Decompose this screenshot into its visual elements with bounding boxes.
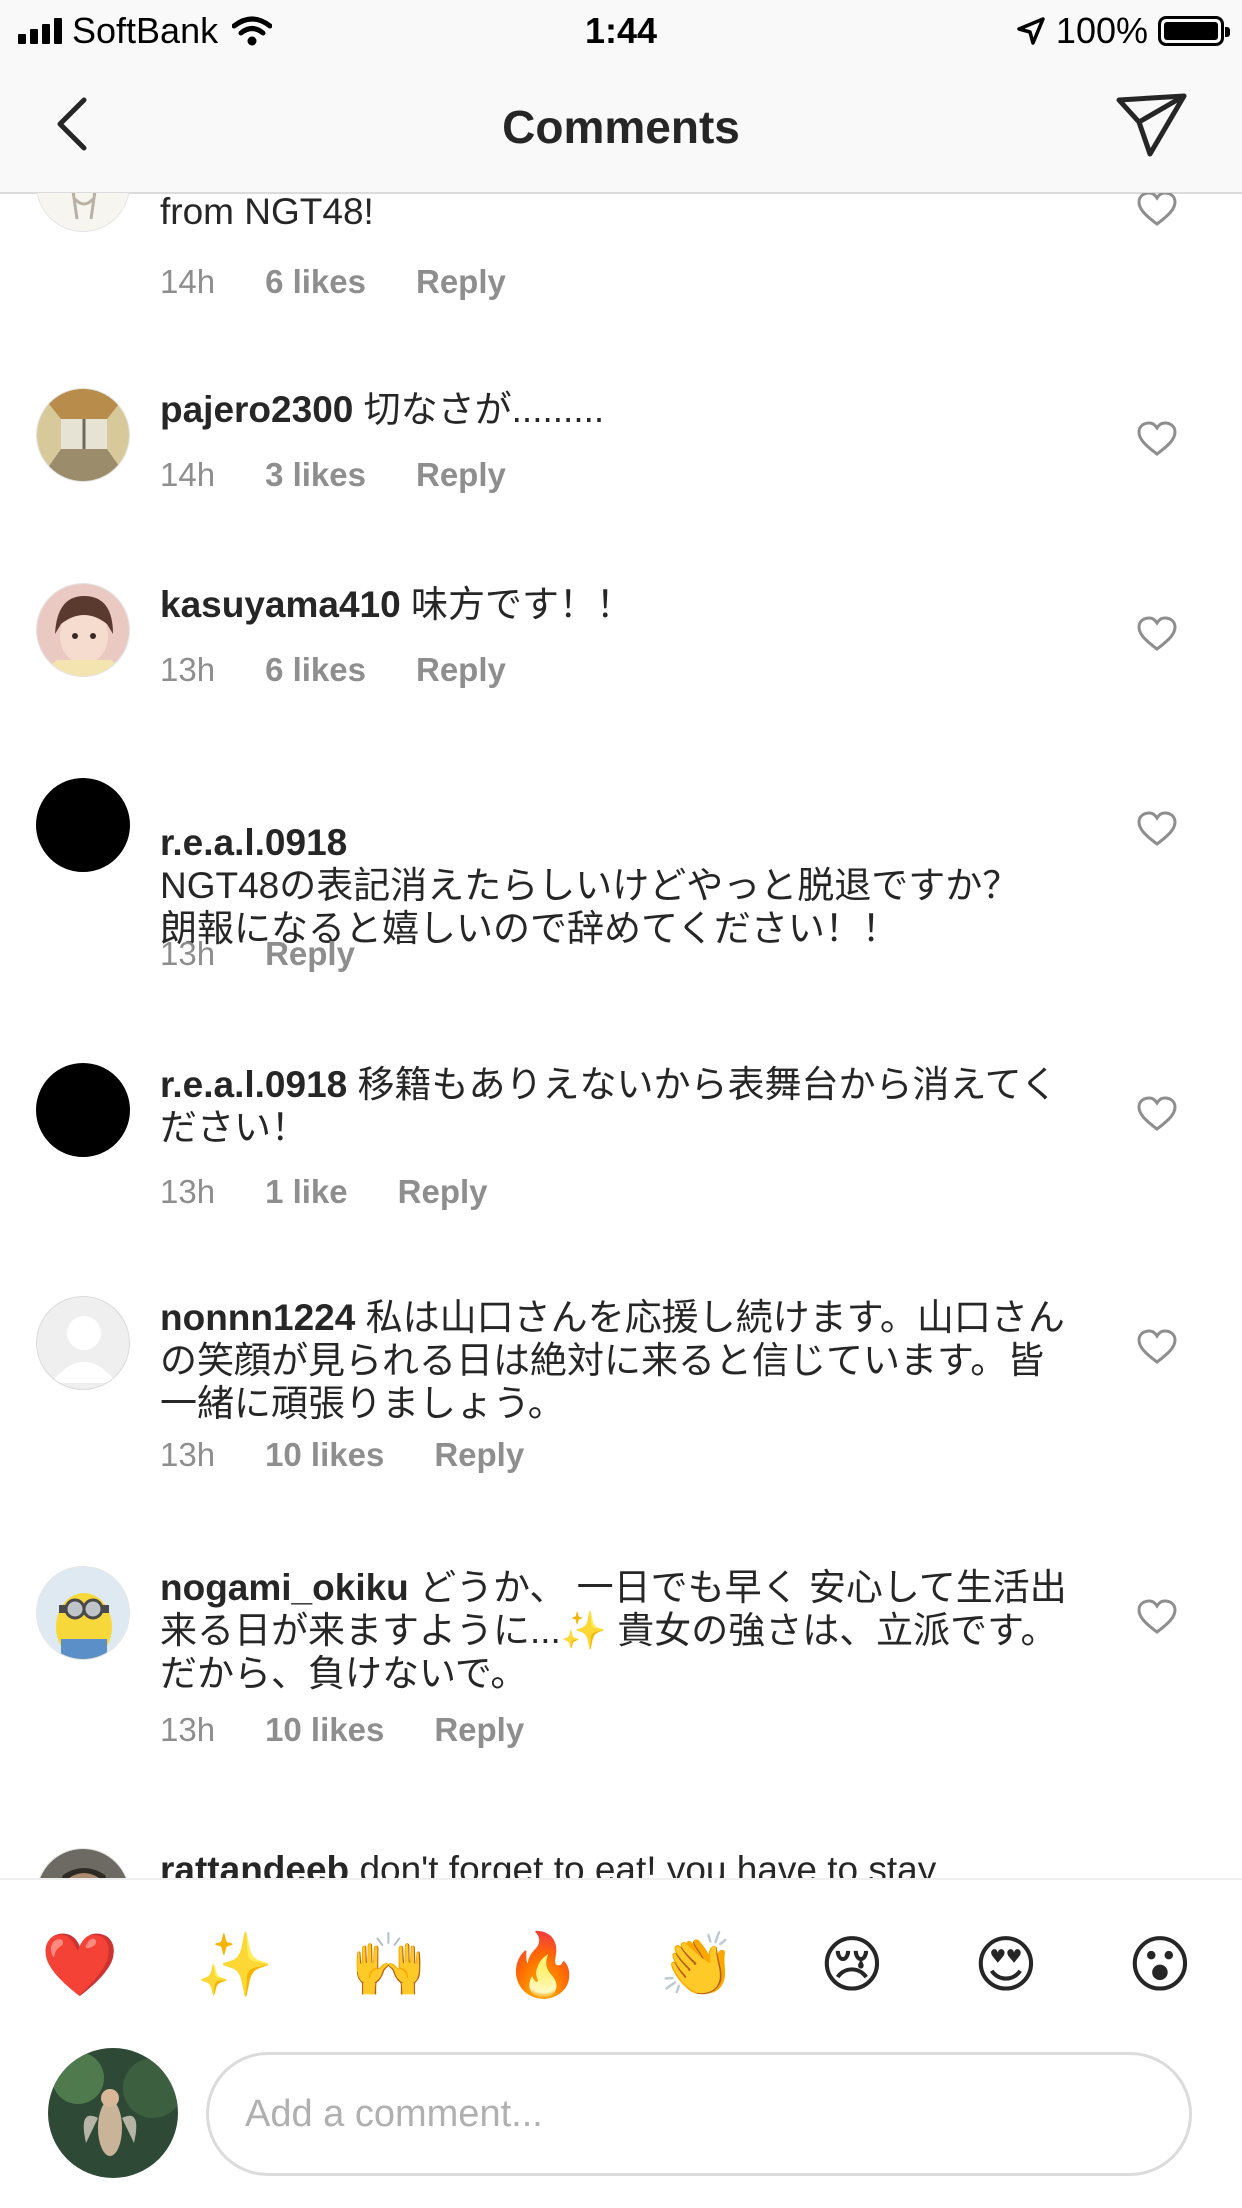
- emoji-heart-eyes-button[interactable]: 😍: [966, 1925, 1046, 2005]
- emoji-clap-button[interactable]: 👏: [658, 1925, 738, 2005]
- emoji-raised-hands-button[interactable]: 🙌: [349, 1925, 429, 2005]
- comment-username[interactable]: nogami_okiku: [160, 1567, 409, 1608]
- comment-time: 14h: [160, 456, 216, 493]
- status-right: 100%: [1016, 10, 1230, 52]
- comment-text: from NGT48!: [160, 193, 1080, 233]
- like-heart-icon[interactable]: [1137, 616, 1177, 652]
- emoji-heart-button[interactable]: ❤️: [40, 1925, 120, 2005]
- reply-button[interactable]: Reply: [416, 651, 506, 689]
- comment-item: r.e.a.l.0918 NGT48の表記消えたらしいけどやっと脱退ですか？ 朗…: [0, 778, 1242, 1028]
- comment-item: r.e.a.l.0918 移籍もありえないから表舞台から消えてください！ 13h…: [0, 1063, 1242, 1273]
- comment-username[interactable]: r.e.a.l.0918: [160, 1064, 347, 1105]
- comment-meta: 13h 10 likes Reply: [160, 1711, 524, 1749]
- reply-button[interactable]: Reply: [416, 263, 506, 301]
- comment-text: nonnn1224 私は山口さんを応援し続けます。山口さんの笑顔が見られる日は絶…: [160, 1296, 1080, 1425]
- avatar[interactable]: [36, 583, 130, 677]
- comment-item: rattandeeb don't forget to eat! you have…: [0, 1848, 1242, 1878]
- comment-text: rattandeeb don't forget to eat! you have…: [160, 1848, 1080, 1878]
- comment-meta: 13h 6 likes Reply: [160, 651, 506, 689]
- page-title: Comments: [502, 101, 740, 153]
- avatar[interactable]: [36, 1063, 130, 1157]
- comment-body: 味方です！！: [410, 584, 633, 625]
- avatar[interactable]: [36, 1296, 130, 1390]
- avatar[interactable]: [36, 778, 130, 872]
- forest-fairy-photo-icon: [48, 2048, 178, 2178]
- like-heart-icon[interactable]: [1137, 421, 1177, 457]
- comment-item: nogami_okiku どうか、 一日でも早く 安心して生活出来る日が来ますよ…: [0, 1566, 1242, 1826]
- likes-count[interactable]: 1 like: [265, 1173, 348, 1211]
- default-user-icon: [51, 1316, 117, 1383]
- comment-time: 14h: [160, 263, 216, 300]
- comment-body: from NGT48!: [160, 193, 374, 232]
- reply-button[interactable]: Reply: [434, 1436, 524, 1474]
- comment-time: 13h: [160, 1436, 216, 1473]
- corridor-photo-icon: [37, 389, 129, 481]
- emoji-quick-bar: ❤️ ✨ 🙌 🔥 👏 😢 😍 😮: [0, 1878, 1242, 2040]
- comment-time: 13h: [160, 651, 216, 688]
- current-user-avatar[interactable]: [48, 2048, 178, 2178]
- like-heart-icon[interactable]: [1137, 1329, 1177, 1365]
- comment-username[interactable]: rattandeeb: [160, 1849, 349, 1878]
- avatar[interactable]: [36, 193, 130, 232]
- like-heart-icon[interactable]: [1137, 193, 1177, 227]
- direct-send-icon[interactable]: [1114, 90, 1190, 160]
- avatar[interactable]: [36, 1848, 130, 1878]
- like-heart-icon[interactable]: [1137, 1599, 1177, 1635]
- comment-meta: 13h 1 like Reply: [160, 1173, 488, 1211]
- comment-body: 切なさが.........: [363, 389, 605, 430]
- comment-item: nonnn1224 私は山口さんを応援し続けます。山口さんの笑顔が見られる日は絶…: [0, 1296, 1242, 1546]
- girl-photo-icon: [37, 584, 129, 676]
- reply-button[interactable]: Reply: [416, 456, 506, 494]
- comment-username[interactable]: r.e.a.l.0918: [160, 822, 347, 863]
- sketch-avatar-icon: [37, 193, 129, 231]
- likes-count[interactable]: 6 likes: [265, 263, 366, 301]
- minion-avatar-icon: [37, 1567, 129, 1659]
- reply-button[interactable]: Reply: [265, 935, 355, 973]
- comment-time: 13h: [160, 935, 216, 972]
- avatar[interactable]: [36, 1566, 130, 1660]
- add-comment-input[interactable]: [206, 2052, 1192, 2176]
- like-heart-icon[interactable]: [1137, 811, 1177, 847]
- likes-count[interactable]: 10 likes: [265, 1436, 384, 1474]
- comment-text: nogami_okiku どうか、 一日でも早く 安心して生活出来る日が来ますよ…: [160, 1566, 1080, 1695]
- comment-text: r.e.a.l.0918 移籍もありえないから表舞台から消えてください！: [160, 1063, 1080, 1149]
- comment-text: pajero2300 切なさが.........: [160, 388, 1080, 431]
- battery-percentage: 100%: [1055, 10, 1148, 51]
- reply-button[interactable]: Reply: [398, 1173, 488, 1211]
- comment-item: pajero2300 切なさが......... 14h 3 likes Rep…: [0, 388, 1242, 578]
- comment-meta: 13h Reply: [160, 935, 355, 973]
- likes-count[interactable]: 10 likes: [265, 1711, 384, 1749]
- comment-username[interactable]: pajero2300: [160, 389, 353, 430]
- comment-time: 13h: [160, 1711, 216, 1748]
- reply-button[interactable]: Reply: [434, 1711, 524, 1749]
- comment-body: don't forget to eat! you have to stay: [359, 1849, 937, 1878]
- emoji-fire-button[interactable]: 🔥: [503, 1925, 583, 2005]
- comment-text: r.e.a.l.0918 NGT48の表記消えたらしいけどやっと脱退ですか？ 朗…: [160, 778, 1080, 950]
- comment-meta: 13h 10 likes Reply: [160, 1436, 524, 1474]
- likes-count[interactable]: 3 likes: [265, 456, 366, 494]
- comment-composer: [0, 2040, 1242, 2208]
- comment-text: kasuyama410 味方です！！: [160, 583, 1080, 626]
- status-bar: SoftBank 1:44 100%: [0, 0, 1242, 62]
- emoji-surprised-button[interactable]: 😮: [1120, 1925, 1200, 2005]
- emoji-sparkles-button[interactable]: ✨: [195, 1925, 275, 2005]
- comment-meta: 14h 6 likes Reply: [160, 263, 506, 301]
- comments-list[interactable]: from NGT48! 14h 6 likes Reply pajero2300…: [0, 193, 1242, 1878]
- comment-time: 13h: [160, 1173, 216, 1210]
- emoji-crying-button[interactable]: 😢: [812, 1925, 892, 2005]
- comment-item: kasuyama410 味方です！！ 13h 6 likes Reply: [0, 583, 1242, 773]
- man-photo-icon: [37, 1849, 129, 1878]
- comment-username[interactable]: nonnn1224: [160, 1297, 355, 1338]
- location-arrow-icon: [1017, 17, 1045, 45]
- battery-icon: [1158, 16, 1230, 46]
- avatar[interactable]: [36, 388, 130, 482]
- like-heart-icon[interactable]: [1137, 1096, 1177, 1132]
- comment-meta: 14h 3 likes Reply: [160, 456, 506, 494]
- comment-username[interactable]: kasuyama410: [160, 584, 401, 625]
- navigation-header: Comments: [0, 62, 1242, 194]
- likes-count[interactable]: 6 likes: [265, 651, 366, 689]
